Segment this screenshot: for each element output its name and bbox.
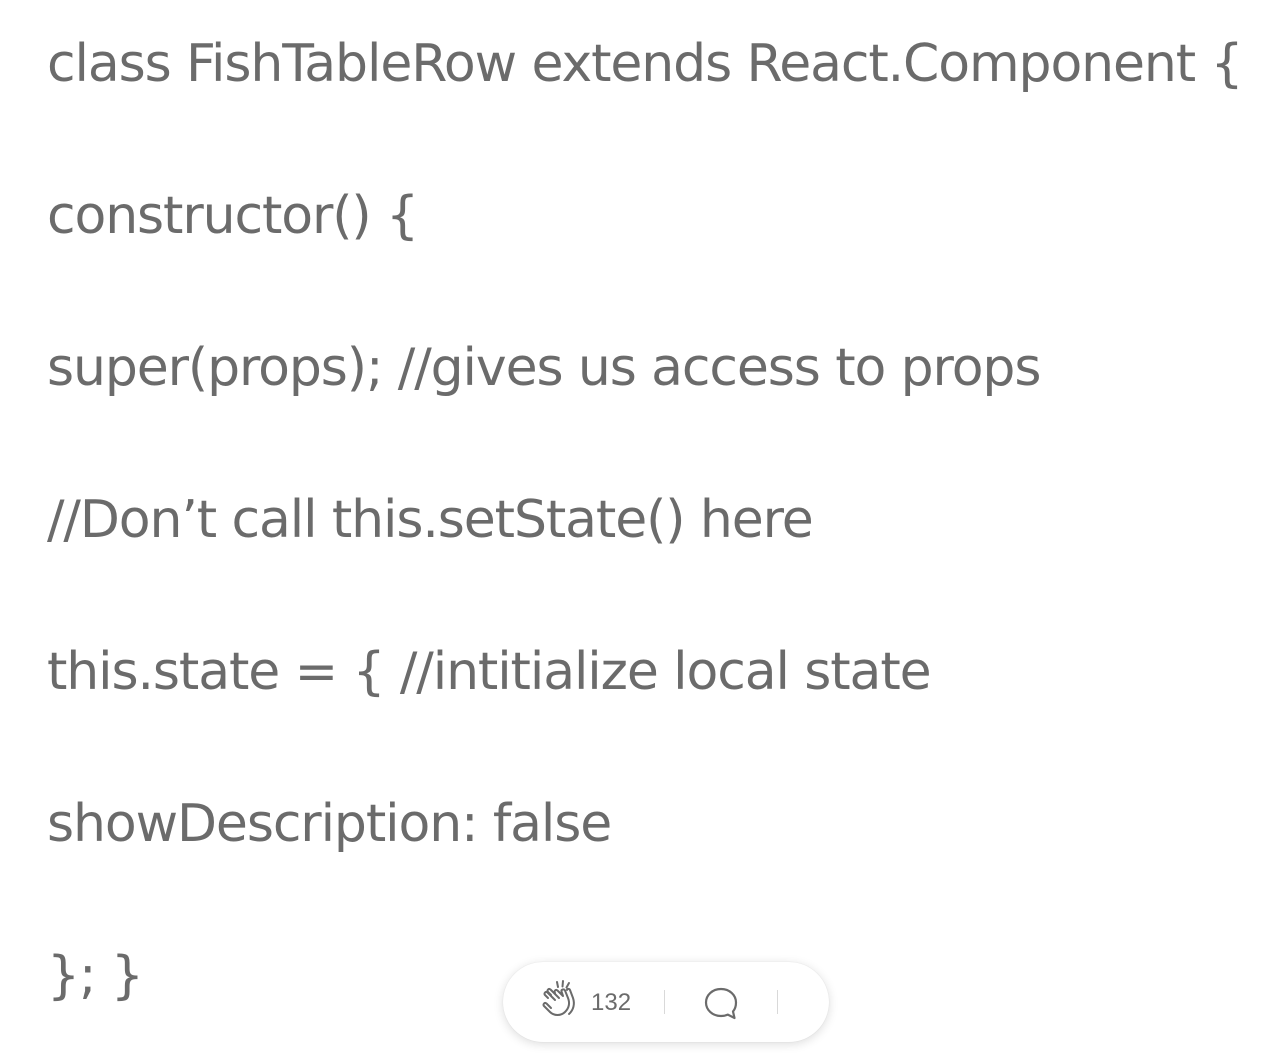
code-line-class-declaration: class FishTableRow extends React.Compone… — [47, 34, 1244, 94]
comment-icon — [704, 987, 738, 1020]
clap-button[interactable] — [537, 978, 585, 1026]
code-line-super-call: super(props); //gives us access to props — [47, 338, 1041, 398]
action-divider — [664, 990, 665, 1014]
clap-count: 132 — [591, 989, 632, 1016]
code-line-comment: //Don’t call this.setState() here — [47, 490, 814, 550]
clap-icon — [542, 980, 575, 1016]
floating-action-bar: 132 — [503, 962, 829, 1042]
code-line-closing-braces: }; } — [47, 946, 144, 1006]
code-line-constructor: constructor() { — [47, 186, 419, 246]
action-divider — [777, 990, 778, 1014]
comment-button[interactable] — [701, 984, 741, 1024]
code-line-show-description: showDescription: false — [47, 794, 612, 854]
code-line-state-init: this.state = { //intitialize local state — [47, 642, 932, 702]
